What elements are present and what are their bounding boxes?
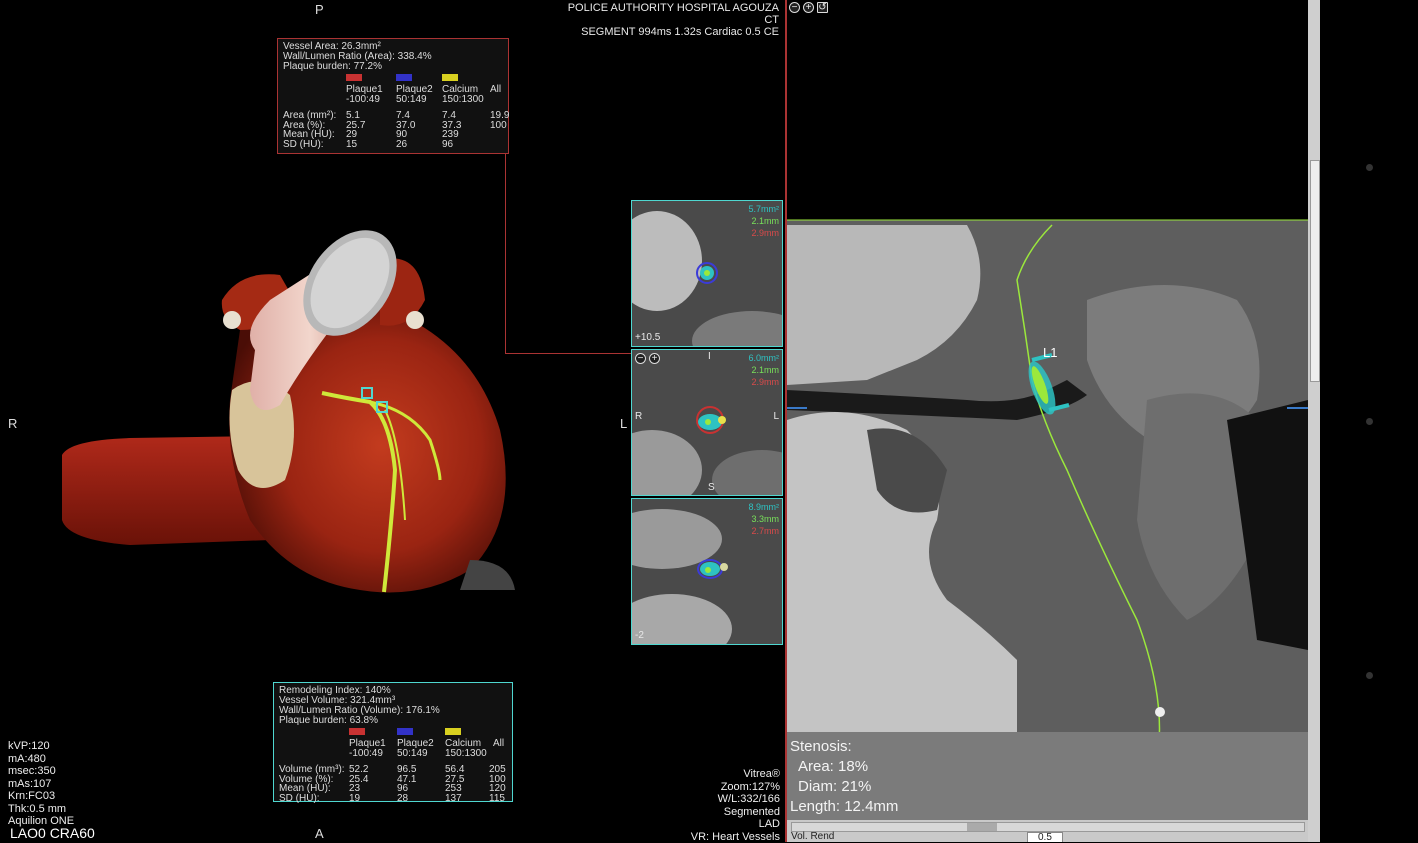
render-info-line: Vitrea®	[691, 768, 780, 781]
table-row: SD (HU): 19 28 137 115	[279, 794, 509, 804]
measure-diam2: 2.9mm	[751, 378, 779, 387]
render-info-line: Segmented	[691, 806, 780, 819]
orient-L: L	[773, 412, 779, 422]
render-info-line: Zoom:127%	[691, 781, 780, 794]
top-box-table: Area (mm²):5.17.47.419.9Area (%):25.737.…	[283, 111, 513, 149]
scan-params: kVP:120 mA:480 msec:350 mAs:107 Krn:FC03…	[8, 740, 74, 828]
scan-param: Thk:0.5 mm	[8, 803, 74, 816]
zoom-in-button[interactable]: +	[649, 353, 660, 364]
view-angle: LAO0 CRA60	[10, 825, 95, 841]
measure-area: 6.0mm²	[748, 354, 779, 363]
orient-I: I	[708, 352, 711, 362]
table-cell: 96	[442, 140, 453, 150]
modality: CT	[764, 15, 779, 26]
curved-mpr-view[interactable]: − + ↺ L1 Stenosis: Area: 18% Diam: 21% L…	[787, 0, 1308, 842]
connector-line-vertical	[505, 152, 506, 354]
right-panel	[1320, 0, 1418, 842]
plaque2-swatch	[397, 728, 413, 735]
connector-line-horizontal	[505, 353, 631, 354]
stenosis-diam: Diam: 21%	[790, 777, 898, 797]
col-range: 50:149	[397, 749, 428, 759]
table-cell: 137	[445, 794, 462, 804]
measure-diam2: 2.7mm	[751, 527, 779, 536]
top-plaque-box: Vessel Area: 26.3mm² Wall/Lumen Ratio (A…	[277, 38, 509, 154]
curved-mpr-image	[787, 0, 1308, 842]
stenosis-area: Area: 18%	[790, 757, 898, 777]
top-box-line: Plaque burden: 77.2%	[283, 62, 503, 72]
stenosis-title: Stenosis:	[790, 737, 898, 757]
scan-param: mA:480	[8, 753, 74, 766]
calcium-swatch	[445, 728, 461, 735]
stenosis-readout: Stenosis: Area: 18% Diam: 21% Length: 12…	[790, 737, 898, 817]
col-name: All	[493, 739, 504, 749]
lesion-label: L1	[1043, 345, 1057, 360]
segment-info: SEGMENT 994ms 1.32s Cardiac 0.5 CE	[581, 27, 779, 38]
table-row-label: SD (HU):	[283, 140, 324, 150]
render-info-line: LAD	[691, 818, 780, 831]
table-cell: 19	[349, 794, 360, 804]
table-row: SD (HU): 15 26 96	[283, 140, 513, 150]
plaque1-swatch	[346, 74, 362, 81]
orientation-top: P	[315, 2, 324, 17]
measure-area: 5.7mm²	[748, 205, 779, 214]
indicator-dot	[1366, 164, 1373, 171]
render-info: Vitrea® Zoom:127% W/L:332/166 Segmented …	[691, 768, 780, 843]
indicator-dot	[1366, 418, 1373, 425]
vertical-scrollbar[interactable]	[1308, 0, 1320, 842]
zoom-out-button[interactable]: −	[635, 353, 646, 364]
indicator-dot	[1366, 672, 1373, 679]
table-cell: 15	[346, 140, 357, 150]
measure-diam2: 2.9mm	[751, 229, 779, 238]
table-cell: 26	[396, 140, 407, 150]
render-mode[interactable]: Vol. Rend	[791, 832, 834, 842]
cross-section-top[interactable]: 5.7mm² 2.1mm 2.9mm +10.5	[631, 200, 783, 347]
plaque1-swatch	[349, 728, 365, 735]
calcium-swatch	[442, 74, 458, 81]
render-info-line: VR: Heart Vessels	[691, 831, 780, 843]
scan-param: Krn:FC03	[8, 790, 74, 803]
cross-section-bottom[interactable]: 8.9mm² 3.3mm 2.7mm -2	[631, 498, 783, 645]
scroll-thumb[interactable]	[967, 823, 997, 831]
slice-position: -2	[635, 631, 644, 641]
col-name: All	[490, 85, 501, 95]
measure-area: 8.9mm²	[748, 503, 779, 512]
measure-diam: 3.3mm	[751, 515, 779, 524]
hospital-name: POLICE AUTHORITY HOSPITAL AGOUZA	[568, 3, 779, 14]
scan-param: kVP:120	[8, 740, 74, 753]
render-info-line: W/L:332/166	[691, 793, 780, 806]
bottom-control-bar: Vol. Rend 0.5	[787, 820, 1308, 842]
scan-param: msec:350	[8, 765, 74, 778]
thickness-field[interactable]: 0.5	[1027, 832, 1063, 842]
table-cell: 115	[489, 794, 505, 804]
table-cell: 100	[490, 121, 507, 131]
plaque2-swatch	[396, 74, 412, 81]
col-range: 150:1300	[445, 749, 487, 759]
bottom-box-line: Plaque burden: 63.8%	[279, 716, 507, 726]
measure-diam: 2.1mm	[751, 366, 779, 375]
orientation-left: R	[8, 416, 17, 431]
scan-param: mAs:107	[8, 778, 74, 791]
bottom-plaque-box: Remodeling Index: 140% Vessel Volume: 32…	[273, 682, 513, 802]
col-range: 150:1300	[442, 95, 484, 105]
stenosis-length: Length: 12.4mm	[790, 797, 898, 817]
table-row-label: SD (HU):	[279, 794, 320, 804]
horizontal-scrollbar[interactable]	[791, 822, 1305, 832]
col-range: -100:49	[349, 749, 383, 759]
orient-S: S	[708, 483, 715, 493]
bottom-box-table: Volume (mm³):52.296.556.4205Volume (%):2…	[279, 765, 509, 803]
orientation-right: L	[620, 416, 627, 431]
measure-diam: 2.1mm	[751, 217, 779, 226]
table-cell: 28	[397, 794, 408, 804]
orientation-bottom: A	[315, 826, 324, 841]
orient-R: R	[635, 412, 642, 422]
slice-position: +10.5	[635, 333, 660, 343]
cross-section-middle[interactable]: − + 6.0mm² 2.1mm 2.9mm I R L S	[631, 349, 783, 496]
col-range: 50:149	[396, 95, 427, 105]
scroll-thumb[interactable]	[1310, 160, 1320, 382]
col-range: -100:49	[346, 95, 380, 105]
